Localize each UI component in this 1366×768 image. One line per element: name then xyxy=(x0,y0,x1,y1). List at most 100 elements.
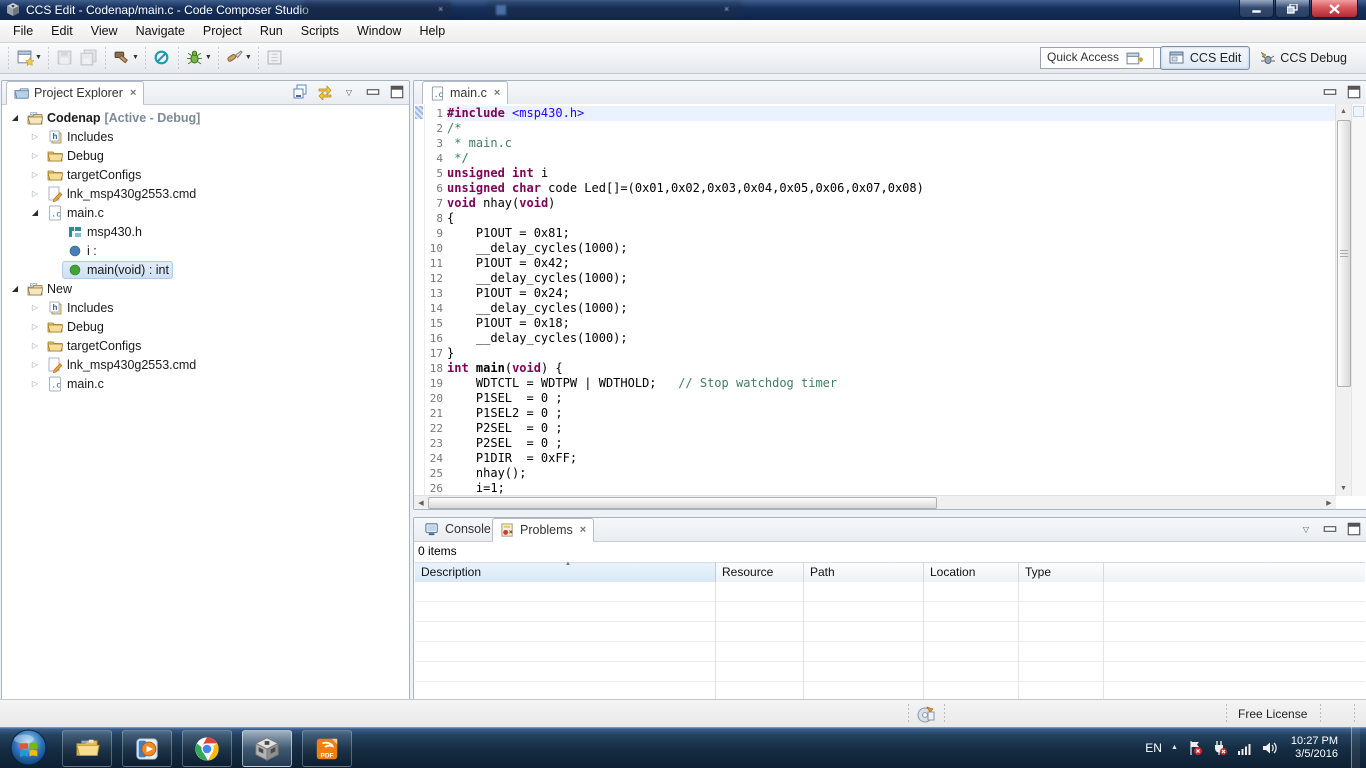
volume-icon[interactable] xyxy=(1262,740,1278,756)
code-line-12[interactable]: __delay_cycles(1000); xyxy=(447,271,1336,286)
menu-item-help[interactable]: Help xyxy=(410,21,454,41)
title-bar[interactable]: CCS Edit - Codenap/main.c - Code Compose… xyxy=(0,0,1366,20)
menu-item-scripts[interactable]: Scripts xyxy=(292,21,348,41)
taskbar-explorer-button[interactable] xyxy=(62,730,112,767)
twistie-collapsed-icon[interactable]: ▷ xyxy=(28,322,42,331)
build-dropdown-icon[interactable]: ▼ xyxy=(132,54,139,61)
open-perspective-button[interactable] xyxy=(1123,46,1147,70)
maximize-panel-icon[interactable] xyxy=(1346,521,1362,537)
column-header-resource[interactable]: Resource xyxy=(716,563,804,582)
editor-tab-main-c[interactable]: .c main.c × xyxy=(422,81,508,105)
code-line-19[interactable]: WDTCTL = WDTPW | WDTHOLD; // Stop watchd… xyxy=(447,376,1336,391)
twistie-collapsed-icon[interactable]: ▷ xyxy=(28,379,42,388)
tree-item-includes[interactable]: ▷hIncludes xyxy=(2,298,409,317)
new-dropdown-icon[interactable]: ▼ xyxy=(35,54,42,61)
collapse-all-button[interactable] xyxy=(293,84,309,100)
code-line-16[interactable]: __delay_cycles(1000); xyxy=(447,331,1336,346)
restore-button[interactable] xyxy=(1275,0,1310,18)
twistie-collapsed-icon[interactable]: ▷ xyxy=(28,341,42,350)
flash-dropdown-icon[interactable]: ▼ xyxy=(245,54,252,61)
menu-item-window[interactable]: Window xyxy=(348,21,410,41)
code-line-9[interactable]: P1OUT = 0x81; xyxy=(447,226,1336,241)
menu-item-file[interactable]: File xyxy=(4,21,42,41)
twistie-collapsed-icon[interactable]: ▷ xyxy=(28,303,42,312)
close-tab-icon[interactable]: × xyxy=(130,87,136,99)
column-header-location[interactable]: Location xyxy=(924,563,1019,582)
menu-item-project[interactable]: Project xyxy=(194,21,251,41)
twistie-expanded-icon[interactable]: ◢ xyxy=(8,284,22,293)
twistie-collapsed-icon[interactable]: ▷ xyxy=(28,170,42,179)
code-line-18[interactable]: int main(void) { xyxy=(447,361,1336,376)
maximize-panel-icon[interactable] xyxy=(389,84,405,100)
save-all-button[interactable] xyxy=(77,46,101,70)
twistie-collapsed-icon[interactable]: ▷ xyxy=(28,189,42,198)
bug-button[interactable] xyxy=(183,46,207,70)
code-line-17[interactable]: } xyxy=(447,346,1336,361)
start-button[interactable] xyxy=(10,729,47,766)
scrollbar-thumb[interactable] xyxy=(428,497,937,509)
tree-item-lnk-msp430g2553-cmd[interactable]: ▷lnk_msp430g2553.cmd xyxy=(2,184,409,203)
view-button[interactable] xyxy=(263,46,287,70)
clock[interactable]: 10:27 PM 3/5/2016 xyxy=(1291,735,1338,761)
language-indicator[interactable]: EN xyxy=(1145,741,1162,755)
twistie-collapsed-icon[interactable]: ▷ xyxy=(28,151,42,160)
close-button[interactable] xyxy=(1311,0,1358,18)
minimize-panel-icon[interactable] xyxy=(1322,521,1338,537)
menu-item-edit[interactable]: Edit xyxy=(42,21,82,41)
code-lines[interactable]: #include <msp430.h>/* * main.c */unsigne… xyxy=(447,104,1336,496)
console-tab[interactable]: Console xyxy=(418,518,498,540)
view-menu-icon[interactable]: ▽ xyxy=(1298,521,1314,537)
software-update-icon[interactable] xyxy=(916,704,936,724)
bug-dropdown-icon[interactable]: ▼ xyxy=(205,54,212,61)
code-line-13[interactable]: P1OUT = 0x24; xyxy=(447,286,1336,301)
show-desktop-button[interactable] xyxy=(1351,727,1360,768)
code-line-15[interactable]: P1OUT = 0x18; xyxy=(447,316,1336,331)
minimize-panel-icon[interactable] xyxy=(365,84,381,100)
network-signal-icon[interactable] xyxy=(1237,740,1253,756)
tree-item-main-c[interactable]: ▷.cmain.c xyxy=(2,374,409,393)
tree-item-includes[interactable]: ▷hIncludes xyxy=(2,127,409,146)
tree-item-new[interactable]: ◢ccsNew xyxy=(2,279,409,298)
twistie-collapsed-icon[interactable]: ▷ xyxy=(28,132,42,141)
column-header-type[interactable]: Type xyxy=(1019,563,1104,582)
power-icon[interactable] xyxy=(1212,740,1228,756)
taskbar-media-player-button[interactable] xyxy=(122,730,172,767)
code-line-11[interactable]: P1OUT = 0x42; xyxy=(447,256,1336,271)
editor-horizontal-scrollbar[interactable]: ◀ ▶ xyxy=(414,495,1336,509)
tree-item-targetconfigs[interactable]: ▷targetConfigs xyxy=(2,336,409,355)
problems-tab[interactable]: Problems × xyxy=(492,518,594,542)
taskbar-chrome-button[interactable] xyxy=(182,730,232,767)
ccs-debug-perspective-button[interactable]: CCS Debug xyxy=(1250,46,1356,70)
twistie-expanded-icon[interactable]: ◢ xyxy=(28,208,42,217)
column-header-description[interactable]: Description xyxy=(415,563,716,582)
minimize-panel-icon[interactable] xyxy=(1322,84,1338,100)
tree-item-lnk-msp430g2553-cmd[interactable]: ▷lnk_msp430g2553.cmd xyxy=(2,355,409,374)
tree-item-debug[interactable]: ▷Debug xyxy=(2,317,409,336)
code-line-6[interactable]: unsigned char code Led[]=(0x01,0x02,0x03… xyxy=(447,181,1336,196)
close-tab-icon[interactable]: × xyxy=(580,524,586,536)
tree-item-debug[interactable]: ▷Debug xyxy=(2,146,409,165)
menu-item-run[interactable]: Run xyxy=(251,21,292,41)
debug-button[interactable] xyxy=(150,46,174,70)
code-line-14[interactable]: __delay_cycles(1000); xyxy=(447,301,1336,316)
close-tab-icon[interactable]: × xyxy=(494,87,500,99)
tree-item-i[interactable]: i : xyxy=(2,241,409,260)
action-center-icon[interactable] xyxy=(1187,740,1203,756)
scrollbar-thumb[interactable] xyxy=(1337,120,1351,387)
ccs-edit-perspective-button[interactable]: CCS Edit xyxy=(1160,46,1250,70)
code-line-4[interactable]: */ xyxy=(447,151,1336,166)
flash-button[interactable] xyxy=(223,46,247,70)
new-wizard-button[interactable] xyxy=(13,46,37,70)
code-line-7[interactable]: void nhay(void) xyxy=(447,196,1336,211)
project-explorer-tab[interactable]: Project Explorer × xyxy=(6,81,144,105)
build-hammer-button[interactable] xyxy=(110,46,134,70)
menu-item-view[interactable]: View xyxy=(82,21,127,41)
code-line-5[interactable]: unsigned int i xyxy=(447,166,1336,181)
tree-item-main-c[interactable]: ◢.cmain.c xyxy=(2,203,409,222)
taskbar-foxit-button[interactable]: PDF xyxy=(302,730,352,767)
code-line-21[interactable]: P1SEL2 = 0 ; xyxy=(447,406,1336,421)
code-editor[interactable]: 1234567891011121314151617181920212223242… xyxy=(414,104,1366,509)
twistie-collapsed-icon[interactable]: ▷ xyxy=(28,360,42,369)
tree-item-targetconfigs[interactable]: ▷targetConfigs xyxy=(2,165,409,184)
minimize-button[interactable] xyxy=(1239,0,1274,18)
